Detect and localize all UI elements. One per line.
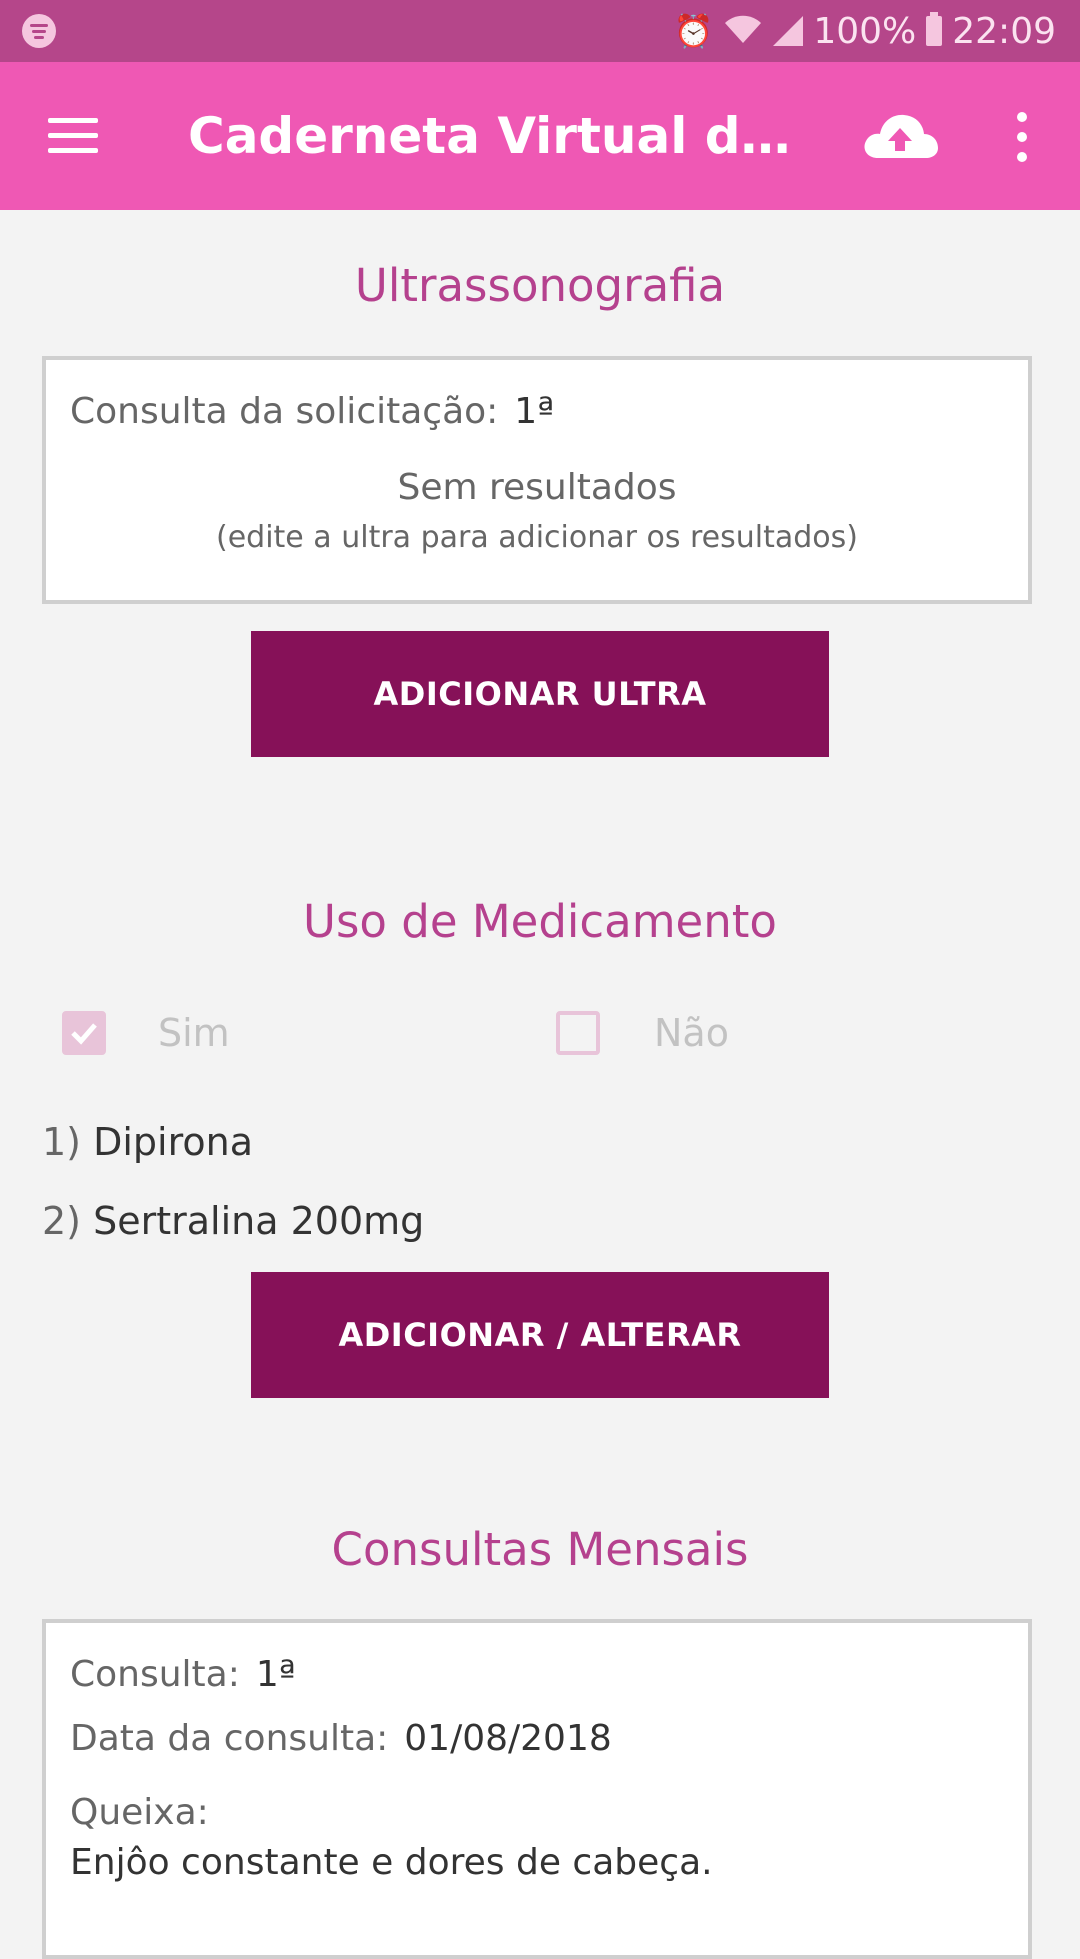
add-ultra-button[interactable]: ADICIONAR ULTRA: [251, 631, 829, 757]
status-bar: ⏰ 100% 22:09: [0, 0, 1080, 62]
yes-label[interactable]: Sim: [158, 1011, 230, 1055]
section-title-consultas: Consultas Mensais: [331, 1523, 749, 1576]
signal-icon: [773, 16, 804, 46]
ultra-card[interactable]: Consulta da solicitação: 1ª Sem resultado…: [42, 356, 1032, 604]
battery-percent: 100%: [813, 10, 917, 52]
queixa-label: Queixa:: [70, 1792, 209, 1833]
list-item: 2) Sertralina 200mg: [42, 1197, 424, 1245]
ultra-consulta-label: Consulta da solicitação:: [70, 391, 499, 432]
section-title-medicamento: Uso de Medicamento: [303, 895, 777, 948]
queixa-value: Enjôo constante e dores de cabeça.: [70, 1842, 713, 1883]
menu-icon[interactable]: [48, 118, 98, 154]
ultra-consulta-row: Consulta da solicitação: 1ª: [70, 390, 554, 434]
no-checkbox[interactable]: [556, 1011, 600, 1055]
spotify-icon: [22, 14, 56, 48]
ultra-hint: (edite a ultra para adicionar os resulta…: [216, 520, 858, 555]
cloud-upload-icon[interactable]: [860, 106, 940, 166]
list-item: 1) Dipirona: [42, 1118, 253, 1166]
consulta-number-row: Consulta: 1ª: [70, 1653, 296, 1697]
clock-time: 22:09: [952, 10, 1056, 52]
data-consulta-value: 01/08/2018: [404, 1718, 612, 1759]
med-number: 1): [42, 1120, 82, 1164]
battery-icon: [926, 12, 943, 46]
med-number: 2): [42, 1199, 82, 1243]
consulta-value: 1ª: [255, 1654, 296, 1695]
section-title-ultrassonografia: Ultrassonografia: [354, 259, 726, 312]
wifi-icon: [723, 13, 763, 50]
app-title: Caderneta Virtual da Ge…: [188, 107, 798, 165]
consulta-label: Consulta:: [70, 1654, 240, 1695]
consulta-card[interactable]: Consulta: 1ª Data da consulta: 01/08/2018 …: [42, 1619, 1032, 1959]
med-name: Dipirona: [93, 1120, 254, 1164]
app-bar: Caderneta Virtual da Ge…: [0, 62, 1080, 210]
consulta-date-row: Data da consulta: 01/08/2018: [70, 1717, 612, 1761]
status-icons: ⏰ 100% 22:09: [673, 8, 1056, 54]
add-change-medication-button[interactable]: ADICIONAR / ALTERAR: [251, 1272, 829, 1398]
med-name: Sertralina 200mg: [93, 1199, 425, 1243]
yes-checkbox[interactable]: [62, 1011, 106, 1055]
ultra-no-results: Sem resultados: [397, 467, 677, 508]
no-label[interactable]: Não: [654, 1011, 729, 1055]
more-vert-icon[interactable]: [1000, 112, 1044, 162]
alarm-icon: ⏰: [673, 12, 714, 50]
check-icon: [71, 1023, 97, 1045]
data-consulta-label: Data da consulta:: [70, 1718, 389, 1759]
ultra-consulta-value: 1ª: [514, 391, 555, 432]
